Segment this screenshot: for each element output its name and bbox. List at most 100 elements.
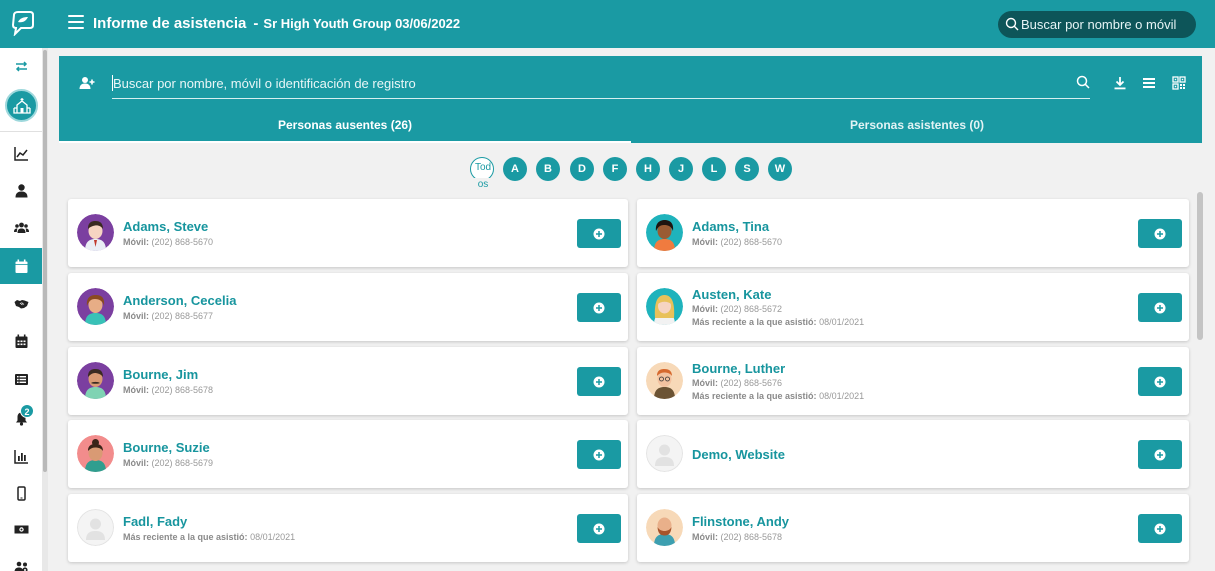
sidebar-divider	[0, 131, 42, 132]
mark-attended-button[interactable]	[577, 219, 621, 248]
avatar	[77, 435, 114, 472]
last-attended-label: Más reciente a la que asistió:	[123, 532, 248, 542]
tab-absent[interactable]: Personas ausentes (26)	[59, 111, 631, 143]
letter-filter-j[interactable]: J	[669, 157, 693, 181]
sidebar-item-person[interactable]	[0, 172, 42, 208]
plus-circle-icon	[593, 523, 605, 534]
mobile-value: (202) 868-5677	[151, 311, 214, 321]
last-attended-label: Más reciente a la que asistió:	[692, 391, 817, 401]
people-gear-icon	[14, 561, 28, 571]
person-name[interactable]: Flinstone, Andy	[692, 514, 789, 529]
letter-filter-a[interactable]: A	[503, 157, 527, 181]
person-search-input[interactable]	[113, 72, 1053, 94]
person-card-demo-website[interactable]: Demo, Website	[637, 420, 1189, 488]
search-icon	[1005, 17, 1019, 31]
search-icon[interactable]	[1076, 75, 1090, 89]
sidebar-item-attendance[interactable]	[0, 248, 42, 284]
mobile-label: Móvil:	[123, 385, 149, 395]
person-card-bourne-suzie[interactable]: Bourne, Suzie Móvil: (202) 868-5679	[68, 420, 628, 488]
download-icon[interactable]	[1113, 76, 1127, 90]
letter-filter-b[interactable]: B	[536, 157, 560, 181]
global-search-input[interactable]: Buscar por nombre o móvil	[998, 11, 1196, 38]
last-attended-value: 08/01/2021	[250, 532, 296, 542]
list-view-icon[interactable]	[1142, 76, 1156, 90]
avatar	[646, 214, 683, 251]
letter-filter-all[interactable]: Tod os	[470, 157, 495, 191]
add-person-icon[interactable]	[79, 76, 95, 90]
person-name[interactable]: Demo, Website	[692, 447, 785, 462]
mobile-label: Móvil:	[123, 311, 149, 321]
hamburger-menu-icon[interactable]	[68, 15, 84, 31]
letter-filter-h[interactable]: H	[636, 157, 660, 181]
active-tab-indicator	[59, 141, 631, 143]
avatar	[646, 509, 683, 546]
person-last-attended: Más reciente a la que asistió: 08/01/202…	[692, 391, 864, 401]
sidebar-item-partners[interactable]	[0, 285, 42, 321]
letter-filter-f[interactable]: F	[603, 157, 627, 181]
person-card-bourne-jim[interactable]: Bourne, Jim Móvil: (202) 868-5678	[68, 347, 628, 415]
person-card-austen-kate[interactable]: Austen, Kate Móvil: (202) 868-5672 Más r…	[637, 273, 1189, 341]
mark-attended-button[interactable]	[577, 514, 621, 543]
sidebar-item-switch[interactable]	[0, 48, 42, 84]
sidebar-item-events[interactable]	[0, 323, 42, 359]
person-name[interactable]: Austen, Kate	[692, 287, 771, 302]
person-name[interactable]: Fadl, Fady	[123, 514, 187, 529]
person-name[interactable]: Anderson, Cecelia	[123, 293, 236, 308]
letter-filter-l[interactable]: L	[702, 157, 726, 181]
sidebar-item-reports[interactable]	[0, 438, 42, 474]
mobile-value: (202) 868-5678	[151, 385, 214, 395]
sidebar-item-people-settings[interactable]	[0, 548, 42, 571]
person-card-anderson-cecelia[interactable]: Anderson, Cecelia Móvil: (202) 868-5677	[68, 273, 628, 341]
person-mobile: Móvil: (202) 868-5678	[692, 532, 782, 542]
tab-attending[interactable]: Personas asistentes (0)	[631, 111, 1203, 143]
sidebar-item-giving[interactable]	[0, 511, 42, 547]
person-card-fadl-fady[interactable]: Fadl, Fady Más reciente a la que asistió…	[68, 494, 628, 562]
letter-filter-w[interactable]: W	[768, 157, 792, 181]
mobile-label: Móvil:	[692, 378, 718, 388]
letter-filter-s[interactable]: S	[735, 157, 759, 181]
mark-attended-button[interactable]	[1138, 440, 1182, 469]
mark-attended-button[interactable]	[1138, 293, 1182, 322]
tab-absent-label: Personas ausentes (26)	[277, 118, 413, 132]
person-mobile: Móvil: (202) 868-5670	[123, 237, 213, 247]
sidebar-item-groups[interactable]	[0, 209, 42, 245]
last-attended-value: 08/01/2021	[819, 391, 865, 401]
sidebar-item-mobile[interactable]	[0, 475, 42, 511]
mark-attended-button[interactable]	[577, 367, 621, 396]
person-name[interactable]: Bourne, Luther	[692, 361, 785, 376]
app-logo-icon[interactable]	[10, 10, 36, 36]
person-icon	[15, 183, 27, 197]
letter-filter-all-label-wrap: os	[471, 178, 495, 191]
person-name[interactable]: Bourne, Suzie	[123, 440, 210, 455]
mark-attended-button[interactable]	[1138, 514, 1182, 543]
letter-filter-d[interactable]: D	[570, 157, 594, 181]
mobile-icon	[16, 485, 26, 501]
sidebar: 2	[0, 48, 42, 571]
mark-attended-button[interactable]	[577, 440, 621, 469]
sidebar-scrollbar-thumb[interactable]	[43, 50, 47, 472]
mark-attended-button[interactable]	[577, 293, 621, 322]
mark-attended-button[interactable]	[1138, 219, 1182, 248]
person-card-adams-tina[interactable]: Adams, Tina Móvil: (202) 868-5670	[637, 199, 1189, 267]
person-name[interactable]: Adams, Steve	[123, 219, 208, 234]
mobile-label: Móvil:	[123, 458, 149, 468]
person-name[interactable]: Adams, Tina	[692, 219, 769, 234]
mark-attended-button[interactable]	[1138, 367, 1182, 396]
mobile-label: Móvil:	[692, 532, 718, 542]
organization-avatar[interactable]	[5, 89, 38, 122]
avatar	[646, 362, 683, 399]
person-card-flinstone-andy[interactable]: Flinstone, Andy Móvil: (202) 868-5678	[637, 494, 1189, 562]
sidebar-item-lists[interactable]	[0, 361, 42, 397]
qr-code-icon[interactable]	[1172, 76, 1186, 90]
trend-chart-icon	[13, 146, 28, 161]
sidebar-scrollbar[interactable]	[42, 48, 48, 571]
person-card-adams-steve[interactable]: Adams, Steve Móvil: (202) 868-5670	[68, 199, 628, 267]
person-last-attended: Más reciente a la que asistió: 08/01/202…	[692, 317, 864, 327]
person-search-field[interactable]	[112, 68, 1090, 99]
sidebar-item-dashboard[interactable]	[0, 135, 42, 171]
content-scrollbar-thumb[interactable]	[1197, 192, 1203, 340]
person-name[interactable]: Bourne, Jim	[123, 367, 198, 382]
person-card-bourne-luther[interactable]: Bourne, Luther Móvil: (202) 868-5676 Más…	[637, 347, 1189, 415]
person-mobile: Móvil: (202) 868-5670	[692, 237, 782, 247]
mobile-value: (202) 868-5670	[151, 237, 214, 247]
